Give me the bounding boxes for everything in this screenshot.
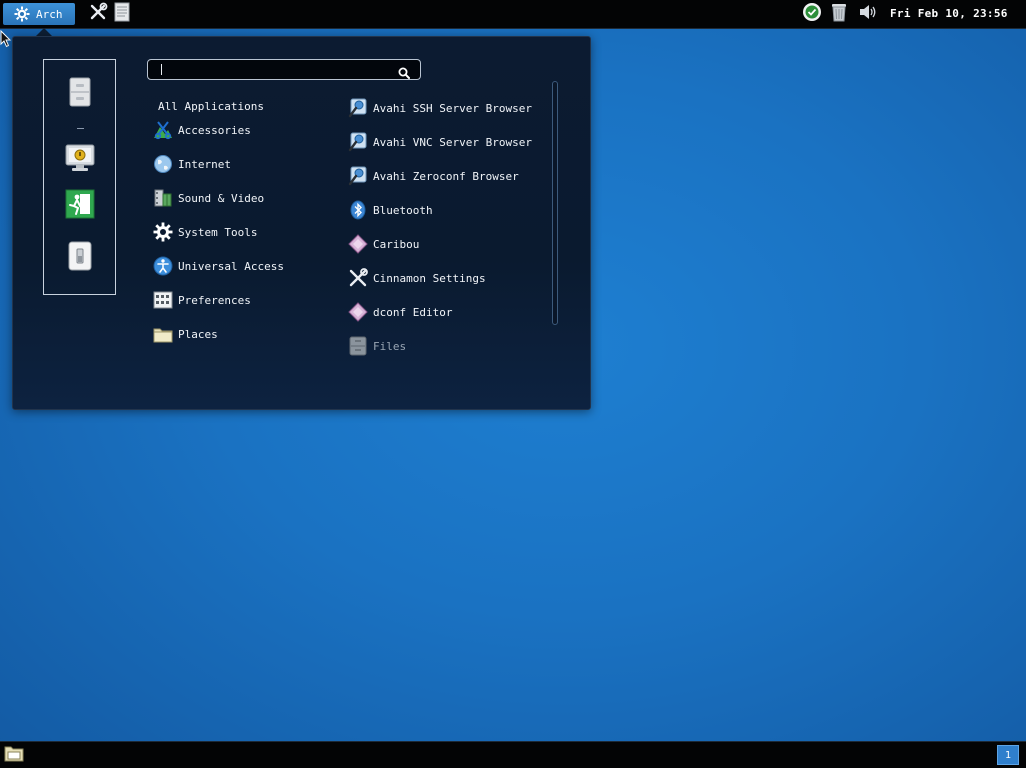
category-all-applications[interactable]: All Applications [153, 95, 343, 117]
bluetooth-icon [348, 200, 368, 220]
search-input[interactable] [147, 59, 421, 80]
favorite-lock-screen[interactable] [64, 144, 96, 176]
film-reel-icon [153, 188, 173, 208]
trash-icon [830, 2, 848, 26]
category-accessories[interactable]: Accessories [153, 119, 338, 141]
top-panel: Arch Fri Feb 10, 23:56 [0, 0, 1026, 29]
category-sound-video[interactable]: Sound & Video [153, 187, 338, 209]
category-label: Sound & Video [178, 191, 265, 205]
network-search-icon [348, 98, 368, 118]
app-label: Avahi SSH Server Browser [373, 101, 532, 115]
clock[interactable]: Fri Feb 10, 23:56 [890, 7, 1008, 20]
preferences-icon [153, 290, 173, 310]
category-preferences[interactable]: Preferences [153, 289, 338, 311]
bottom-panel: 1 [0, 741, 1026, 768]
text-editor-launcher[interactable] [112, 2, 132, 26]
application-menu: All Applications Accessories Internet So… [12, 36, 591, 410]
volume-icon [859, 4, 877, 24]
category-label: Universal Access [178, 259, 284, 273]
mouse-cursor-icon [0, 29, 12, 52]
category-label: All Applications [158, 99, 264, 113]
menu-pointer-arrow [36, 28, 52, 36]
tools-icon [88, 2, 108, 26]
file-cabinet-icon [348, 336, 368, 356]
workspace-switcher-button[interactable]: 1 [997, 745, 1019, 765]
show-desktop-button[interactable] [4, 746, 24, 764]
app-bluetooth[interactable]: Bluetooth [348, 199, 548, 221]
update-manager-icon [802, 2, 822, 26]
main-menu-label: Arch [36, 7, 63, 21]
category-label: System Tools [178, 225, 258, 239]
app-avahi-vnc-browser[interactable]: Avahi VNC Server Browser [348, 131, 548, 153]
file-cabinet-icon [68, 77, 92, 111]
gear-icon [153, 222, 173, 242]
app-avahi-zeroconf-browser[interactable]: Avahi Zeroconf Browser [348, 165, 548, 187]
favorite-logout[interactable] [64, 189, 96, 223]
app-label: dconf Editor [373, 305, 453, 319]
app-dconf-editor[interactable]: dconf Editor [348, 301, 548, 323]
category-label: Internet [178, 157, 231, 171]
network-search-icon [348, 132, 368, 152]
favorite-file-manager[interactable] [64, 77, 96, 111]
cinnamon-settings-launcher[interactable] [88, 2, 108, 26]
volume-applet[interactable] [858, 4, 878, 24]
app-files[interactable]: Files [348, 335, 548, 357]
app-label: Avahi Zeroconf Browser [373, 169, 519, 183]
category-label: Places [178, 327, 218, 341]
show-desktop-icon [4, 744, 24, 766]
shutdown-icon [67, 241, 93, 275]
app-label: Avahi VNC Server Browser [373, 135, 532, 149]
tools-icon [348, 268, 368, 288]
app-cinnamon-settings[interactable]: Cinnamon Settings [348, 267, 548, 289]
app-avahi-ssh-browser[interactable]: Avahi SSH Server Browser [348, 97, 548, 119]
diamond-icon [348, 234, 368, 254]
logout-icon [65, 189, 95, 223]
app-label: Cinnamon Settings [373, 271, 486, 285]
search-caret [161, 64, 162, 75]
app-label: Bluetooth [373, 203, 433, 217]
diamond-icon [348, 302, 368, 322]
network-search-icon [348, 166, 368, 186]
category-label: Accessories [178, 123, 251, 137]
gear-icon [14, 6, 30, 22]
text-editor-icon [113, 2, 131, 26]
category-places[interactable]: Places [153, 323, 338, 345]
category-internet[interactable]: Internet [153, 153, 338, 175]
favorites-panel [43, 59, 116, 295]
app-label: Files [373, 339, 407, 353]
category-universal-access[interactable]: Universal Access [153, 255, 338, 277]
favorites-separator [77, 128, 84, 129]
accessories-icon [153, 120, 173, 140]
update-manager-applet[interactable] [802, 2, 822, 26]
app-label: Caribou [373, 237, 420, 251]
category-system-tools[interactable]: System Tools [153, 221, 338, 243]
category-label: Preferences [178, 293, 251, 307]
lock-screen-icon [64, 143, 96, 177]
accessibility-icon [153, 256, 173, 276]
app-caribou[interactable]: Caribou [348, 233, 548, 255]
search-icon [398, 64, 410, 79]
application-list-scrollbar[interactable] [552, 81, 558, 325]
favorite-shutdown[interactable] [64, 241, 96, 275]
folder-icon [153, 324, 173, 344]
main-menu-button[interactable]: Arch [3, 3, 75, 25]
trash-applet[interactable] [829, 4, 849, 24]
internet-globe-icon [153, 154, 173, 174]
